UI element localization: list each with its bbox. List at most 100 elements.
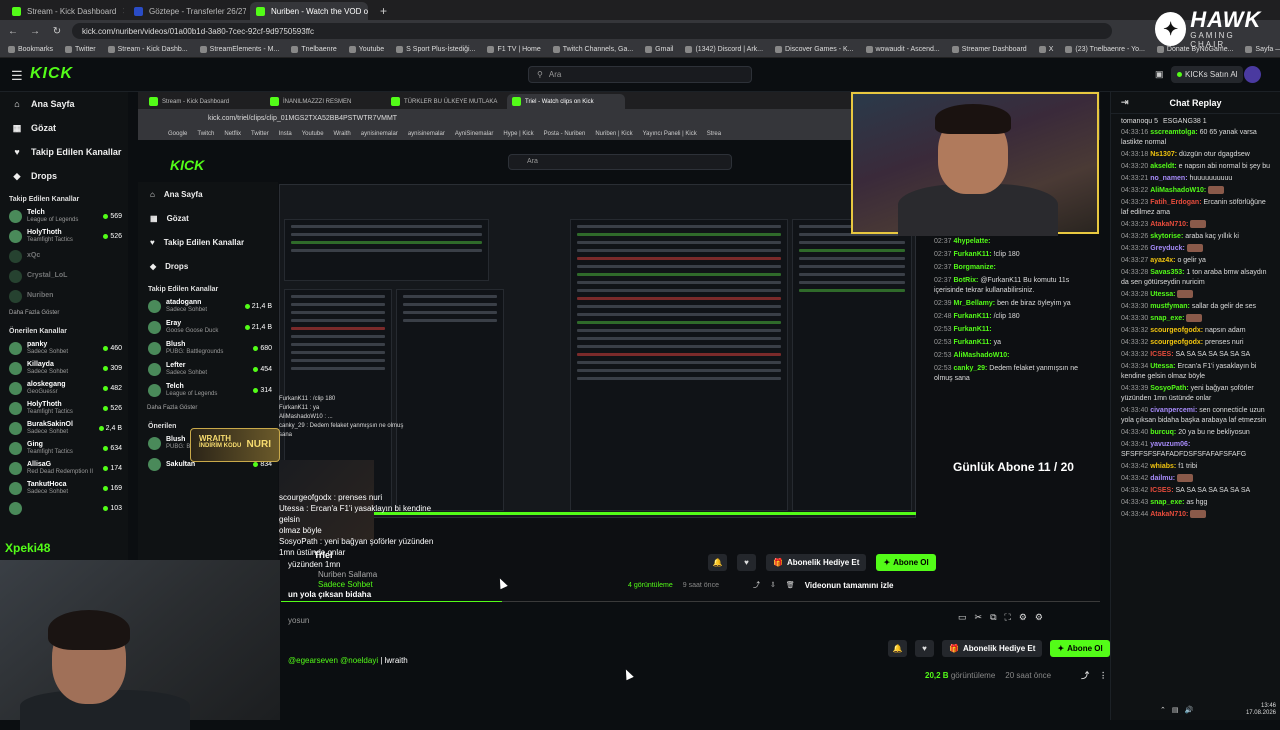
heart-icon[interactable]: ♥: [915, 640, 934, 657]
chat-user[interactable]: AtakaN710:: [1150, 221, 1188, 228]
chat-user[interactable]: scourgeofgodx:: [1150, 339, 1203, 346]
channel-item[interactable]: HolyThoth Teamfight Tactics 526: [0, 226, 128, 246]
channel-item[interactable]: AllisaG Red Dead Redemption II 174: [0, 458, 128, 478]
heart-icon[interactable]: ♥: [737, 554, 756, 571]
bookmark-item[interactable]: Youtube: [348, 46, 384, 53]
chat-user[interactable]: akseldt:: [1150, 163, 1176, 170]
avatar[interactable]: [1244, 66, 1261, 83]
channel-item[interactable]: panky Sadece Sohbet 460: [0, 338, 128, 358]
chat-user[interactable]: Fatih_Erdogan:: [1150, 199, 1201, 206]
subscribe-button[interactable]: ✦ Abone Ol: [876, 554, 936, 571]
channel-item[interactable]: Lefter Sadece Sohbet 454: [138, 359, 278, 380]
channel-item[interactable]: Telch League of Legends 314: [138, 380, 278, 401]
bookmark-item[interactable]: (23) Tnelbaenre - Yo...: [1065, 46, 1145, 53]
mention-link[interactable]: @egearseven: [288, 656, 338, 665]
bookmark-item[interactable]: X: [1038, 46, 1053, 53]
channel-item[interactable]: Blush PUBG: Battlegrounds 680: [138, 338, 278, 359]
pip-icon[interactable]: ⧉: [990, 612, 996, 623]
gear-icon[interactable]: ⚙: [1035, 612, 1043, 623]
menu-icon[interactable]: ☰: [11, 68, 23, 84]
chat-user[interactable]: snap_exe:: [1150, 499, 1184, 506]
chat-user[interactable]: burcuq:: [1150, 429, 1176, 436]
chat-user[interactable]: scourgeofgodx:: [1150, 327, 1203, 334]
chat-user[interactable]: Utessa:: [1150, 291, 1175, 298]
channel-item[interactable]: Telch League of Legends 569: [0, 206, 128, 226]
sidebar-item-heart[interactable]: ♥ Takip Edilen Kanallar: [0, 140, 128, 164]
gift-sub-button[interactable]: 🎁 Abonelik Hediye Et: [766, 554, 867, 571]
more-icon[interactable]: ⋮: [1099, 671, 1107, 680]
bookmark-item[interactable]: S Sport Plus-İstediği...: [396, 46, 475, 53]
chat-user[interactable]: Utessa:: [1150, 363, 1175, 370]
close-icon[interactable]: ✕: [122, 6, 124, 17]
browser-tab[interactable]: Göztepe - Transferler 26/27 | Tr...✕: [128, 2, 246, 20]
clip-icon[interactable]: ✂: [975, 612, 983, 623]
chat-user[interactable]: no_namen:: [1150, 175, 1187, 182]
channel-item[interactable]: atadogann Sadece Sohbet 21,4 B: [138, 296, 278, 317]
gift-sub-button[interactable]: 🎁 Abonelik Hediye Et: [942, 640, 1043, 657]
chat-user[interactable]: Greyduck:: [1150, 245, 1185, 252]
top-gifter[interactable]: ESGANG38 1: [1163, 118, 1207, 125]
channel-item[interactable]: xQc: [0, 246, 128, 266]
sidebar-item-browse[interactable]: ▦ Gözat: [0, 116, 128, 140]
bookmark-item[interactable]: Bookmarks: [8, 46, 53, 53]
settings-icon[interactable]: ⚙: [1019, 612, 1027, 623]
chat-user[interactable]: skytorise:: [1150, 233, 1183, 240]
forward-icon[interactable]: →: [28, 26, 42, 37]
kick-logo[interactable]: KICK: [30, 65, 73, 83]
chat-user[interactable]: SosyoPath:: [1150, 385, 1189, 392]
browser-tab[interactable]: Nuriben - Watch the VOD on K...✕: [250, 2, 368, 20]
back-icon[interactable]: ←: [6, 26, 20, 37]
share-icon[interactable]: ⤴: [1081, 670, 1089, 681]
chat-user[interactable]: ICSES:: [1150, 487, 1173, 494]
channel-item[interactable]: Eray Goose Goose Duck 21,4 B: [138, 317, 278, 338]
chat-user[interactable]: AliMashadoW10:: [1150, 187, 1206, 194]
delete-icon[interactable]: 🗑: [786, 581, 795, 589]
channel-item[interactable]: TankutHoca Sadece Sohbet 169: [0, 478, 128, 498]
fullscreen-icon[interactable]: ⛶: [1005, 612, 1011, 623]
channel-item[interactable]: BurakSakinOl Sadece Sohbet 2,4 B: [0, 418, 128, 438]
top-gifter[interactable]: tomanoqu 5: [1121, 118, 1158, 125]
channel-item[interactable]: aloskegang GeoGuessr 482: [0, 378, 128, 398]
buy-kicks-button[interactable]: KICKs Satın Al: [1171, 66, 1244, 83]
chat-user[interactable]: mustfyman:: [1150, 303, 1190, 310]
url-field[interactable]: kick.com/nuriben/videos/01a00b1d-3a80-7c…: [72, 23, 1112, 39]
channel-item[interactable]: 103: [0, 498, 128, 518]
download-icon[interactable]: ⇩: [770, 581, 776, 589]
channel-item[interactable]: Crystal_LoL: [0, 266, 128, 286]
bookmark-item[interactable]: (1342) Discord | Ark...: [685, 46, 763, 53]
bookmark-item[interactable]: Twitch Channels, Ga...: [552, 46, 633, 53]
mention-link[interactable]: @noeldayi: [340, 656, 378, 665]
bell-icon[interactable]: 🔔: [708, 554, 727, 571]
channel-item[interactable]: HolyThoth Teamfight Tactics 526: [0, 398, 128, 418]
chevron-up-icon[interactable]: ⌃: [1160, 706, 1166, 714]
bookmark-item[interactable]: Tnelbaenre: [291, 46, 337, 53]
bookmark-item[interactable]: Streamer Dashboard: [951, 46, 1027, 53]
channel-item[interactable]: Nuriben: [0, 286, 128, 306]
bookmark-item[interactable]: wowaudit - Ascend...: [865, 46, 940, 53]
reload-icon[interactable]: ↻: [50, 26, 64, 37]
chat-user[interactable]: Ns1307:: [1150, 151, 1177, 158]
subscribe-button[interactable]: ✦ Abone Ol: [1050, 640, 1110, 657]
chat-user[interactable]: ICSES:: [1150, 351, 1173, 358]
bookmark-item[interactable]: StreamElements - M...: [199, 46, 279, 53]
show-more-link[interactable]: Daha Fazla Göster: [0, 306, 128, 320]
network-icon[interactable]: ▤: [1172, 706, 1179, 714]
bell-icon[interactable]: 🔔: [888, 640, 907, 657]
volume-icon[interactable]: 🔊: [1185, 706, 1194, 714]
chat-user[interactable]: ayaz4x:: [1150, 257, 1175, 264]
chat-user[interactable]: Savas353:: [1150, 269, 1184, 276]
sidebar-item-drops[interactable]: ◆ Drops: [0, 164, 128, 188]
bookmark-item[interactable]: Discover Games - K...: [775, 46, 854, 53]
bookmark-item[interactable]: F1 TV | Home: [487, 46, 541, 53]
theater-icon[interactable]: ▭: [958, 612, 967, 623]
bookmark-item[interactable]: Twitter: [65, 46, 96, 53]
chat-user[interactable]: yavuzum06:: [1150, 441, 1190, 448]
chat-user[interactable]: sscreamtolga:: [1150, 129, 1197, 136]
new-tab-icon[interactable]: +: [372, 2, 395, 20]
search-input[interactable]: ⚲ Ara: [528, 66, 752, 83]
collapse-chat-icon[interactable]: ⇥: [1121, 97, 1129, 108]
channel-item[interactable]: Ging Teamfight Tactics 634: [0, 438, 128, 458]
watch-full-link[interactable]: Videonun tamamını izle: [805, 581, 894, 590]
library-icon[interactable]: ▣: [1155, 69, 1164, 80]
chat-user[interactable]: dailmu:: [1150, 475, 1175, 482]
